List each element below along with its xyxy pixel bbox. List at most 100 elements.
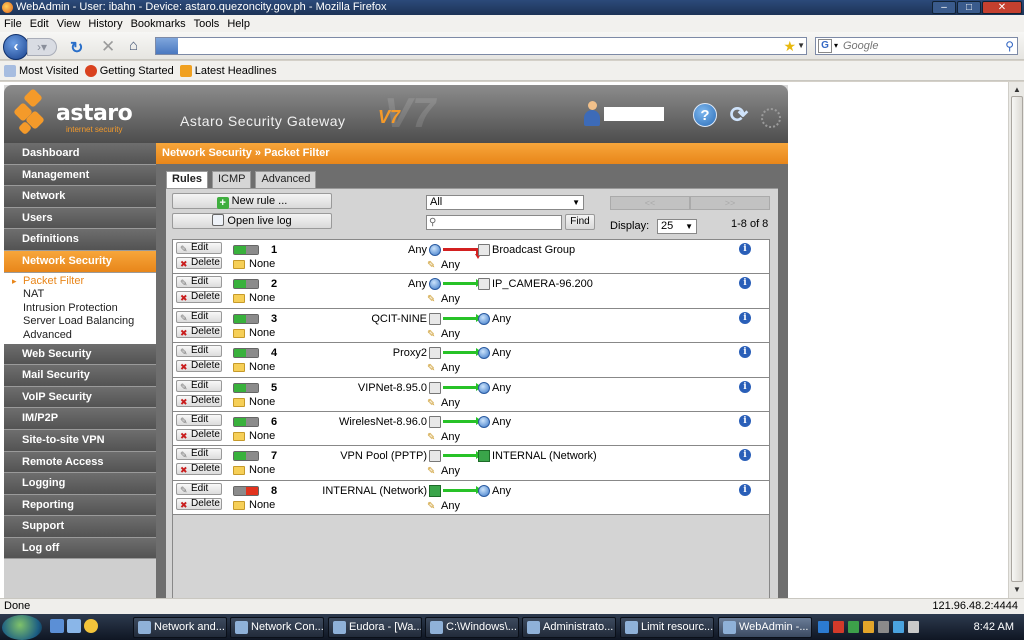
rule-destination[interactable]: IP_CAMERA-96.200	[492, 278, 593, 290]
info-icon[interactable]: i	[739, 380, 751, 393]
delete-rule-button[interactable]: Delete	[176, 291, 222, 304]
messenger-icon[interactable]	[84, 619, 98, 633]
rule-source[interactable]: VPN Pool (PPTP)	[340, 450, 427, 462]
refresh-icon[interactable]: ⟳	[726, 103, 752, 129]
rule-destination[interactable]: Any	[492, 382, 511, 394]
sidebar-item-im-p2p[interactable]: IM/P2P	[4, 408, 156, 430]
rule-service[interactable]: Any	[441, 259, 460, 271]
sidebar-item-remote-access[interactable]: Remote Access	[4, 451, 156, 474]
subnav-packet-filter[interactable]: Packet Filter	[4, 275, 156, 289]
rule-service[interactable]: Any	[441, 293, 460, 305]
delete-rule-button[interactable]: Delete	[176, 325, 222, 338]
sidebar-item-log-off[interactable]: Log off	[4, 537, 156, 560]
menu-help[interactable]: Help	[227, 18, 250, 30]
tab-icmp[interactable]: ICMP	[211, 171, 252, 188]
sidebar-item-dashboard[interactable]: Dashboard	[4, 143, 156, 165]
menu-bookmarks[interactable]: Bookmarks	[131, 18, 186, 30]
edit-rule-button[interactable]: Edit	[176, 448, 222, 461]
search-input[interactable]	[843, 39, 993, 53]
sidebar-item-network[interactable]: Network	[4, 186, 156, 208]
help-icon[interactable]: ?	[693, 103, 717, 127]
open-live-log-button[interactable]: Open live log	[172, 213, 332, 229]
info-icon[interactable]: i	[739, 483, 751, 496]
delete-rule-button[interactable]: Delete	[176, 394, 222, 407]
sidebar-item-web-security[interactable]: Web Security	[4, 343, 156, 366]
start-button[interactable]	[2, 615, 42, 640]
edit-rule-button[interactable]: Edit	[176, 482, 222, 495]
bookmark-star-icon[interactable]: ★	[783, 38, 796, 54]
rule-destination[interactable]: Broadcast Group	[492, 244, 575, 256]
new-rule-button[interactable]: + New rule ...	[172, 193, 332, 209]
bookmark-latest-headlines[interactable]: Latest Headlines	[179, 64, 277, 77]
taskbar-item[interactable]: Network and...	[133, 617, 227, 638]
rule-service[interactable]: Any	[441, 397, 460, 409]
edit-rule-button[interactable]: Edit	[176, 276, 222, 289]
rule-status-toggle[interactable]	[233, 416, 259, 427]
google-engine-icon[interactable]: G	[818, 39, 832, 53]
info-icon[interactable]: i	[739, 243, 751, 255]
sidebar-item-management[interactable]: Management	[4, 164, 156, 187]
tray-app-icon[interactable]	[833, 621, 844, 633]
edit-rule-button[interactable]: Edit	[176, 242, 222, 254]
tray-app-icon[interactable]	[818, 621, 829, 633]
rule-status-toggle[interactable]	[233, 245, 259, 255]
delete-rule-button[interactable]: Delete	[176, 497, 222, 510]
rule-destination[interactable]: Any	[492, 416, 511, 428]
menu-history[interactable]: History	[88, 18, 122, 30]
sidebar-item-site-to-site-vpn[interactable]: Site-to-site VPN	[4, 429, 156, 452]
edit-rule-button[interactable]: Edit	[176, 379, 222, 392]
home-icon[interactable]: ⌂	[129, 37, 138, 54]
taskbar-item[interactable]: Network Con...	[230, 617, 324, 638]
rule-source[interactable]: WirelesNet-8.96.0	[339, 416, 427, 428]
pager-prev-button[interactable]: <<	[610, 196, 690, 210]
site-identity-icon[interactable]	[156, 38, 178, 54]
sidebar-item-reporting[interactable]: Reporting	[4, 494, 156, 517]
sidebar-item-users[interactable]: Users	[4, 207, 156, 230]
delete-rule-button[interactable]: Delete	[176, 257, 222, 269]
taskbar-item-active[interactable]: WebAdmin -...	[718, 617, 812, 638]
back-button[interactable]: ‹	[3, 34, 29, 60]
display-count-select[interactable]: 25 ▼	[657, 219, 697, 234]
filter-select[interactable]: All ▼	[426, 195, 584, 210]
rule-service[interactable]: Any	[441, 465, 460, 477]
sidebar-item-definitions[interactable]: Definitions	[4, 229, 156, 251]
vertical-scrollbar[interactable]: ▲ ▼	[1008, 82, 1024, 598]
subnav-advanced[interactable]: Advanced	[4, 329, 156, 343]
menu-tools[interactable]: Tools	[194, 18, 220, 30]
delete-rule-button[interactable]: Delete	[176, 428, 222, 441]
stop-icon[interactable]: ✕	[101, 37, 115, 57]
scrollbar-thumb[interactable]	[1011, 96, 1023, 582]
taskbar-item[interactable]: Administrato...	[522, 617, 616, 638]
sidebar-item-network-security[interactable]: Network Security	[4, 250, 156, 273]
edit-rule-button[interactable]: Edit	[176, 413, 222, 426]
info-icon[interactable]: i	[739, 449, 751, 462]
rule-service[interactable]: Any	[441, 362, 460, 374]
rule-service[interactable]: Any	[441, 328, 460, 340]
show-desktop-icon[interactable]	[50, 619, 64, 633]
rule-status-toggle[interactable]	[233, 485, 259, 496]
minimize-button[interactable]: –	[932, 1, 956, 14]
sidebar-item-support[interactable]: Support	[4, 516, 156, 538]
volume-icon[interactable]	[908, 621, 919, 633]
scroll-down-icon[interactable]: ▼	[1011, 584, 1023, 596]
rule-destination[interactable]: Any	[492, 347, 511, 359]
edit-rule-button[interactable]: Edit	[176, 345, 222, 358]
tab-advanced[interactable]: Advanced	[255, 171, 317, 188]
maximize-button[interactable]: □	[957, 1, 981, 14]
rule-source[interactable]: Any	[408, 278, 427, 290]
sidebar-item-voip-security[interactable]: VoIP Security	[4, 386, 156, 409]
rule-destination[interactable]: Any	[492, 313, 511, 325]
sidebar-item-mail-security[interactable]: Mail Security	[4, 365, 156, 387]
search-bar[interactable]: G ▾ ⚲	[815, 37, 1018, 55]
reload-icon[interactable]: ↻	[70, 38, 83, 58]
subnav-nat[interactable]: NAT	[4, 288, 156, 302]
rule-source[interactable]: QCIT-NINE	[371, 313, 427, 325]
info-icon[interactable]: i	[739, 311, 751, 324]
bookmark-most-visited[interactable]: Most Visited	[4, 64, 79, 77]
url-dropdown-icon[interactable]: ▼	[797, 38, 805, 54]
rule-status-toggle[interactable]	[233, 382, 259, 393]
rule-source[interactable]: Proxy2	[393, 347, 427, 359]
rule-status-toggle[interactable]	[233, 451, 259, 462]
subnav-server-load-balancing[interactable]: Server Load Balancing	[4, 315, 156, 329]
tray-app-icon[interactable]	[863, 621, 874, 633]
